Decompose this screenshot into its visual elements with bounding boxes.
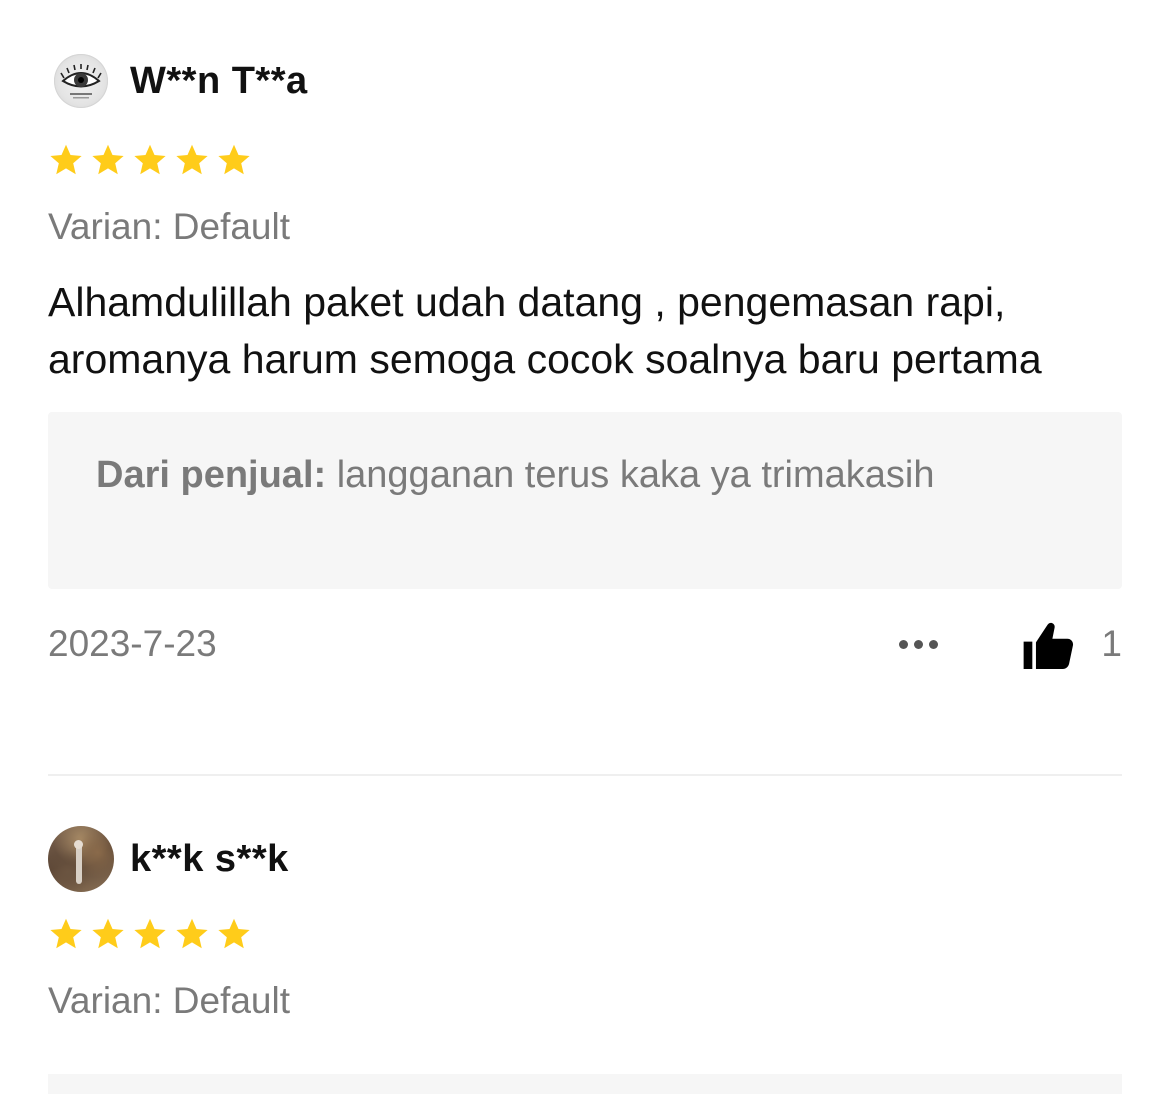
next-content-box	[48, 1074, 1122, 1094]
star-icon	[132, 142, 168, 178]
avatar[interactable]	[54, 54, 108, 108]
seller-reply: Dari penjual: langganan terus kaka ya tr…	[48, 412, 1122, 589]
review-item: k**k s**k Varian: Default	[48, 826, 1122, 1024]
username: W**n T**a	[130, 59, 308, 102]
review-header: W**n T**a	[48, 52, 1122, 110]
star-icon	[48, 916, 84, 952]
star-icon	[132, 916, 168, 952]
star-icon	[174, 916, 210, 952]
seller-reply-label: Dari penjual:	[96, 454, 327, 496]
like-count: 1	[1101, 623, 1122, 664]
username: k**k s**k	[130, 837, 289, 880]
star-icon	[216, 916, 252, 952]
rating-stars	[48, 914, 1122, 954]
review-item: W**n T**a Varian: Default Alhamdulillah …	[48, 52, 1122, 669]
seller-reply-text: langganan terus kaka ya trimakasih	[326, 454, 935, 496]
thumbs-up-icon[interactable]	[1020, 617, 1078, 675]
eye-logo-icon	[60, 64, 102, 99]
review-date: 2023-7-23	[48, 623, 217, 664]
review-header: k**k s**k	[48, 826, 1122, 892]
variant-label: Varian: Default	[48, 206, 290, 247]
review-comment: Alhamdulillah paket udah datang , pengem…	[48, 279, 1042, 382]
variant-label: Varian: Default	[48, 980, 290, 1021]
star-icon	[90, 916, 126, 952]
review-footer: 2023-7-23 1	[48, 621, 1122, 669]
more-dots-icon[interactable]	[890, 627, 946, 661]
star-icon	[216, 142, 252, 178]
avatar[interactable]	[48, 826, 114, 892]
star-icon	[90, 142, 126, 178]
star-icon	[174, 142, 210, 178]
divider	[48, 774, 1122, 776]
star-icon	[48, 142, 84, 178]
rating-stars	[48, 140, 1122, 180]
